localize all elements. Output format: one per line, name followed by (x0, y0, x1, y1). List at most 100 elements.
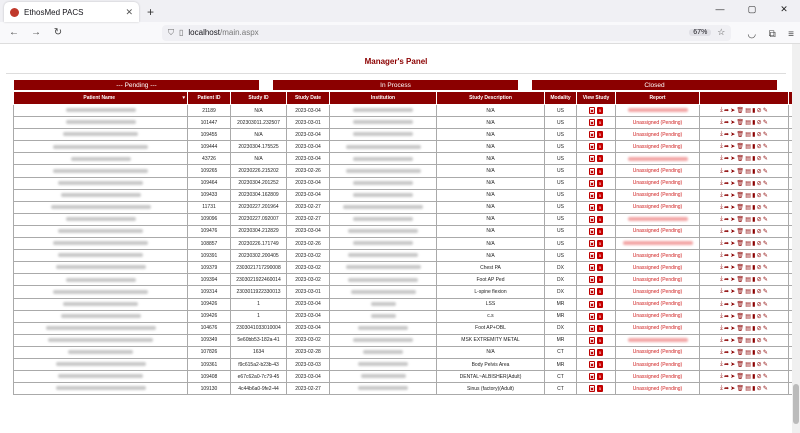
col-institution-header[interactable]: Institution (329, 91, 437, 105)
attach-icon[interactable]: ⊘ (757, 155, 762, 162)
share-icon[interactable]: ➦ (724, 143, 729, 150)
share-icon[interactable]: ➦ (724, 252, 729, 259)
report-icon[interactable]: ▤ (745, 216, 751, 223)
download-icon[interactable]: ⤓ (720, 276, 723, 283)
chart-icon[interactable]: ▮ (752, 252, 755, 259)
html5-viewer-icon[interactable]: 5 (597, 143, 603, 151)
report-icon[interactable]: ▤ (745, 143, 751, 150)
dicom-viewer-icon[interactable]: ▣ (589, 312, 595, 320)
edit-icon[interactable]: ✎ (763, 373, 768, 380)
chart-icon[interactable]: ▮ (752, 276, 755, 283)
forward-icon[interactable]: ➤ (730, 168, 735, 175)
html5-viewer-icon[interactable]: 5 (597, 191, 603, 199)
report-status[interactable]: Unassigned (Pending) (633, 277, 682, 283)
report-status[interactable]: Unassigned (Pending) (633, 144, 682, 150)
share-icon[interactable]: ➦ (724, 216, 729, 223)
edit-icon[interactable]: ✎ (763, 252, 768, 259)
attach-icon[interactable]: ⊘ (757, 119, 762, 126)
download-icon[interactable]: ⤓ (720, 349, 723, 356)
delete-icon[interactable]: 🗑 (736, 325, 744, 332)
report-icon[interactable]: ▤ (745, 301, 751, 308)
report-icon[interactable]: ▤ (745, 349, 751, 356)
download-icon[interactable]: ⤓ (720, 107, 723, 114)
report-status[interactable]: Unassigned (Pending) (633, 132, 682, 138)
share-icon[interactable]: ➦ (724, 349, 729, 356)
attach-icon[interactable]: ⊘ (757, 349, 762, 356)
attach-icon[interactable]: ⊘ (757, 216, 762, 223)
html5-viewer-icon[interactable]: 5 (597, 336, 603, 344)
dicom-viewer-icon[interactable]: ▣ (589, 276, 595, 284)
table-row[interactable]: 109455 N/A 2023-03-04 N/A US ▣ 5 Unassigned (Pe… (13, 128, 792, 142)
html5-viewer-icon[interactable]: 5 (597, 373, 603, 381)
report-icon[interactable]: ▤ (745, 325, 751, 332)
attach-icon[interactable]: ⊘ (757, 143, 762, 150)
dicom-viewer-icon[interactable]: ▣ (589, 215, 595, 223)
html5-viewer-icon[interactable]: 5 (597, 107, 603, 115)
report-status[interactable]: Unassigned (Pending) (633, 168, 682, 174)
delete-icon[interactable]: 🗑 (736, 131, 744, 138)
report-icon[interactable]: ▤ (745, 276, 751, 283)
download-icon[interactable]: ⤓ (720, 240, 723, 247)
table-row[interactable]: 109426 1 2023-03-04 LSS MR ▣ 5 Unassigned (Pend… (13, 297, 792, 311)
html5-viewer-icon[interactable]: 5 (597, 300, 603, 308)
share-icon[interactable]: ➦ (724, 288, 729, 295)
dicom-viewer-icon[interactable]: ▣ (589, 385, 595, 393)
report-icon[interactable]: ▤ (745, 264, 751, 271)
chart-icon[interactable]: ▮ (752, 131, 755, 138)
edit-icon[interactable]: ✎ (763, 264, 768, 271)
delete-icon[interactable]: 🗑 (736, 288, 744, 295)
forward-icon[interactable]: ➤ (730, 349, 735, 356)
html5-viewer-icon[interactable]: 5 (597, 252, 603, 260)
download-icon[interactable]: ⤓ (720, 373, 723, 380)
table-row[interactable]: 11731 20230227.201964 2023-02-27 N/A US ▣ 5 Una… (13, 200, 792, 214)
dicom-viewer-icon[interactable]: ▣ (589, 288, 595, 296)
dicom-viewer-icon[interactable]: ▣ (589, 264, 595, 272)
report-status[interactable]: Unassigned (Pending) (633, 204, 682, 210)
attach-icon[interactable]: ⊘ (757, 168, 762, 175)
table-row[interactable]: 21189N/A2023-03-04N/AUS▣5⤓➦➤🗑▤▮⊘✎✔ (13, 103, 792, 118)
html5-viewer-icon[interactable]: 5 (597, 312, 603, 320)
share-icon[interactable]: ➦ (724, 313, 729, 320)
forward-icon[interactable]: ➤ (730, 288, 735, 295)
forward-icon[interactable]: ➤ (730, 155, 735, 162)
report-icon[interactable]: ▤ (745, 337, 751, 344)
html5-viewer-icon[interactable]: 5 (597, 324, 603, 332)
redacted-report[interactable] (627, 108, 688, 113)
download-icon[interactable]: ⤓ (720, 288, 723, 295)
delete-icon[interactable]: 🗑 (736, 143, 744, 150)
report-status[interactable]: Unassigned (Pending) (633, 313, 682, 319)
html5-viewer-icon[interactable]: 5 (597, 131, 603, 139)
dicom-viewer-icon[interactable]: ▣ (589, 107, 595, 115)
bookmark-star-icon[interactable]: ☆ (717, 27, 725, 38)
dicom-viewer-icon[interactable]: ▣ (589, 373, 595, 381)
tab-pending[interactable]: --- Pending --- (14, 80, 259, 90)
delete-icon[interactable]: 🗑 (736, 349, 744, 356)
edit-icon[interactable]: ✎ (763, 301, 768, 308)
delete-icon[interactable]: 🗑 (736, 228, 744, 235)
edit-icon[interactable]: ✎ (763, 192, 768, 199)
attach-icon[interactable]: ⊘ (757, 107, 762, 114)
dicom-viewer-icon[interactable]: ▣ (589, 203, 595, 211)
html5-viewer-icon[interactable]: 5 (597, 288, 603, 296)
back-icon[interactable]: ← (6, 27, 22, 38)
edit-icon[interactable]: ✎ (763, 119, 768, 126)
report-icon[interactable]: ▤ (745, 131, 751, 138)
edit-icon[interactable]: ✎ (763, 143, 768, 150)
chart-icon[interactable]: ▮ (752, 204, 755, 211)
redacted-report[interactable] (622, 241, 693, 246)
dicom-viewer-icon[interactable]: ▣ (589, 191, 595, 199)
page-scrollbar[interactable] (792, 44, 800, 433)
edit-icon[interactable]: ✎ (763, 313, 768, 320)
table-row[interactable]: 109379 2303021717290008 2023-03-02 Chest PA… (13, 261, 792, 275)
delete-icon[interactable]: 🗑 (736, 192, 744, 199)
dicom-viewer-icon[interactable]: ▣ (589, 155, 595, 163)
delete-icon[interactable]: 🗑 (736, 361, 744, 368)
download-icon[interactable]: ⤓ (720, 131, 723, 138)
new-tab-button[interactable]: + (147, 5, 154, 19)
html5-viewer-icon[interactable]: 5 (597, 348, 603, 356)
report-status[interactable]: Unassigned (Pending) (633, 325, 682, 331)
delete-icon[interactable]: 🗑 (736, 301, 744, 308)
col-patient-name-header[interactable]: Patient Name ▾ (13, 91, 188, 105)
delete-icon[interactable]: 🗑 (736, 107, 744, 114)
report-icon[interactable]: ▤ (745, 119, 751, 126)
